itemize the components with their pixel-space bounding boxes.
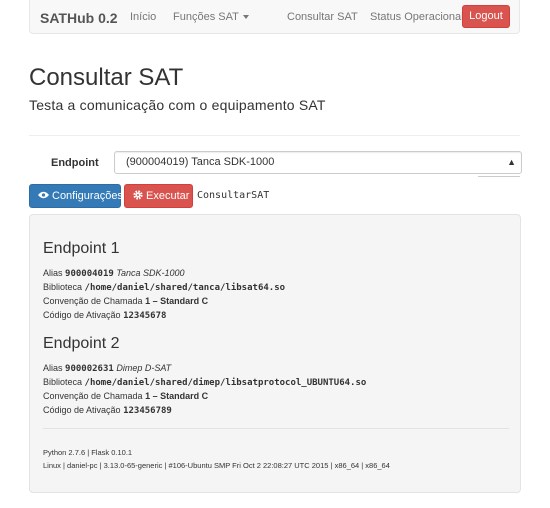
page-subtitle: Testa a comunicação com o equipamento SA…	[29, 97, 326, 113]
endpoint-1-activation: Código de Ativação 12345678	[43, 310, 167, 321]
endpoint-1-convention: Convenção de Chamada 1 – Standard C	[43, 296, 209, 306]
command-name: ConsultarSAT	[197, 190, 270, 201]
header-divider	[29, 135, 520, 136]
system-versions: Python 2.7.6 | Flask 0.10.1	[43, 448, 133, 457]
endpoint-2-title: Endpoint 2	[43, 335, 120, 352]
endpoint-2-library: Biblioteca /home/daniel/shared/dimep/lib…	[43, 377, 367, 388]
results-panel: Endpoint 1 Alias 900004019 Tanca SDK-100…	[29, 214, 521, 493]
caret-down-icon	[242, 15, 249, 20]
endpoint-selected-value: (900004019) Tanca SDK-1000	[126, 156, 275, 168]
updown-arrow-icon: ▲	[507, 157, 516, 167]
logout-button[interactable]: Logout	[462, 5, 510, 28]
endpoint-1-alias: Alias 900004019 Tanca SDK-1000	[43, 268, 185, 279]
page-title: Consultar SAT	[29, 64, 184, 91]
endpoint-2-activation: Código de Ativação 123456789	[43, 405, 172, 416]
config-button[interactable]: Configurações	[29, 184, 123, 208]
gear-icon	[133, 190, 143, 200]
config-button-label: Configurações	[52, 190, 123, 202]
nav-link-inicio[interactable]: Início	[130, 11, 156, 23]
nav-dropdown-funcoes-sat[interactable]: Funções SAT	[173, 11, 249, 23]
nav-link-status-operacional[interactable]: Status Operacional	[370, 11, 464, 23]
system-info-divider	[43, 428, 509, 429]
nav-link-consultar-sat[interactable]: Consultar SAT	[287, 11, 358, 23]
brand-logo[interactable]: SATHub 0.2	[40, 10, 118, 26]
endpoint-select[interactable]: (900004019) Tanca SDK-1000 ▲	[114, 151, 522, 174]
endpoint-2-alias: Alias 900002631 Dimep D-SAT	[43, 363, 172, 374]
eye-icon	[38, 191, 49, 199]
endpoint-label: Endpoint	[51, 157, 99, 169]
endpoint-2-convention: Convenção de Chamada 1 – Standard C	[43, 391, 209, 401]
system-platform: Linux | daniel-pc | 3.13.0-65-generic | …	[43, 461, 390, 470]
select-underline	[478, 176, 520, 177]
top-navbar: SATHub 0.2 Início Funções SAT Consultar …	[29, 0, 520, 34]
endpoint-1-library: Biblioteca /home/daniel/shared/tanca/lib…	[43, 282, 286, 293]
nav-dropdown-label: Funções SAT	[173, 11, 239, 23]
execute-button[interactable]: Executar	[124, 184, 193, 208]
execute-button-label: Executar	[146, 190, 190, 202]
endpoint-1-title: Endpoint 1	[43, 240, 120, 257]
